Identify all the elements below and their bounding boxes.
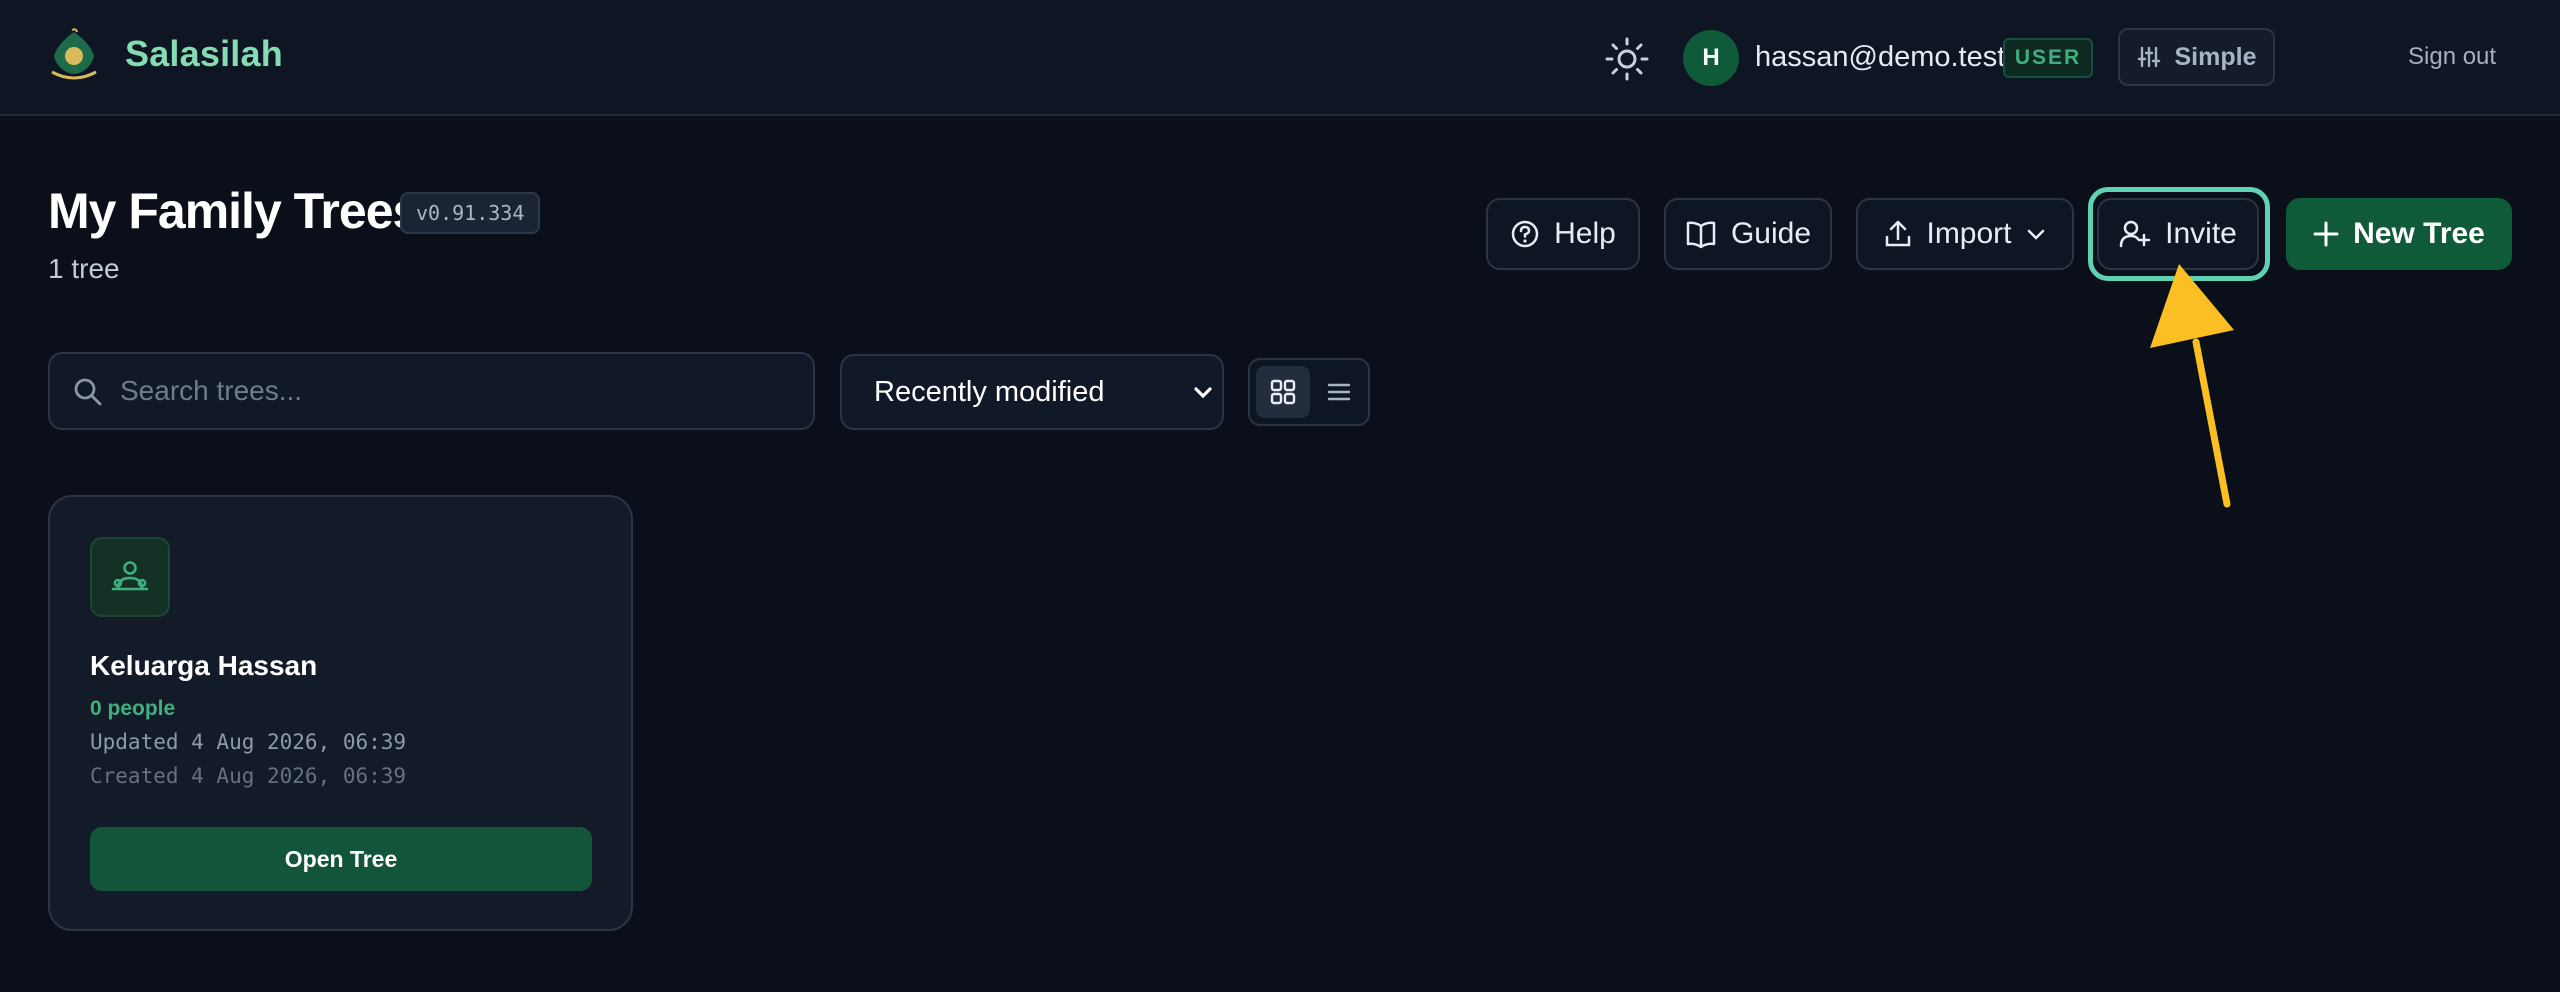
guide-label: Guide: [1730, 217, 1812, 250]
top-bar: Salasilah H hassan@demo.test USER Simple…: [0, 0, 2560, 116]
open-tree-button[interactable]: Open Tree: [90, 827, 592, 891]
import-button[interactable]: Import: [1856, 198, 2074, 270]
grid-view-button[interactable]: [1256, 366, 1310, 418]
tree-logo-icon: [51, 28, 97, 80]
arrow-pointer-icon: [2150, 264, 2234, 508]
new-tree-button[interactable]: New Tree: [2286, 198, 2512, 270]
sort-selected-value: Recently modified: [874, 375, 1105, 408]
role-badge: USER: [2003, 38, 2093, 78]
tree-card-icon: [90, 537, 170, 617]
tree-updated: Updated 4 Aug 2026, 06:39: [90, 730, 407, 754]
avatar[interactable]: H: [1683, 30, 1739, 86]
search-icon: [74, 378, 102, 406]
help-label: Help: [1554, 217, 1616, 250]
sliders-icon: [2137, 46, 2160, 68]
user-email: hassan@demo.test: [1755, 41, 2006, 73]
brand-name[interactable]: Salasilah: [125, 33, 283, 75]
sort-select[interactable]: Recently modified: [840, 354, 1224, 430]
list-view-button[interactable]: [1312, 366, 1366, 418]
chevron-down-icon: [2027, 229, 2044, 240]
upload-icon: [1886, 220, 1911, 247]
page-title: My Family Trees: [48, 183, 420, 239]
help-button[interactable]: Help: [1486, 198, 1640, 270]
guide-button[interactable]: Guide: [1664, 198, 1832, 270]
tree-created: Created 4 Aug 2026, 06:39: [90, 764, 407, 788]
sun-icon[interactable]: [1604, 36, 1650, 82]
tree-count: 1 tree: [48, 253, 120, 284]
plus-icon: [2313, 221, 2339, 247]
search-box[interactable]: [48, 352, 815, 430]
view-toggle: [1248, 358, 1370, 426]
import-label: Import: [1926, 217, 2012, 250]
new-tree-label: New Tree: [2353, 217, 2485, 250]
chevron-down-icon: [1194, 387, 1212, 399]
list-icon: [1327, 383, 1351, 401]
book-open-icon: [1686, 221, 1716, 249]
mode-toggle-button[interactable]: Simple: [2118, 28, 2275, 86]
grid-icon: [1270, 379, 1296, 405]
version-badge: v0.91.334: [400, 192, 541, 234]
tree-people-count: 0 people: [90, 697, 176, 720]
sign-out-link[interactable]: Sign out: [2408, 43, 2496, 71]
tree-card: Keluarga Hassan 0 people Updated 4 Aug 2…: [48, 495, 633, 931]
tree-name: Keluarga Hassan: [90, 650, 318, 681]
search-input[interactable]: [120, 354, 800, 428]
family-icon: [111, 561, 149, 591]
question-circle-icon: [1511, 220, 1539, 248]
mode-label: Simple: [2174, 42, 2257, 71]
